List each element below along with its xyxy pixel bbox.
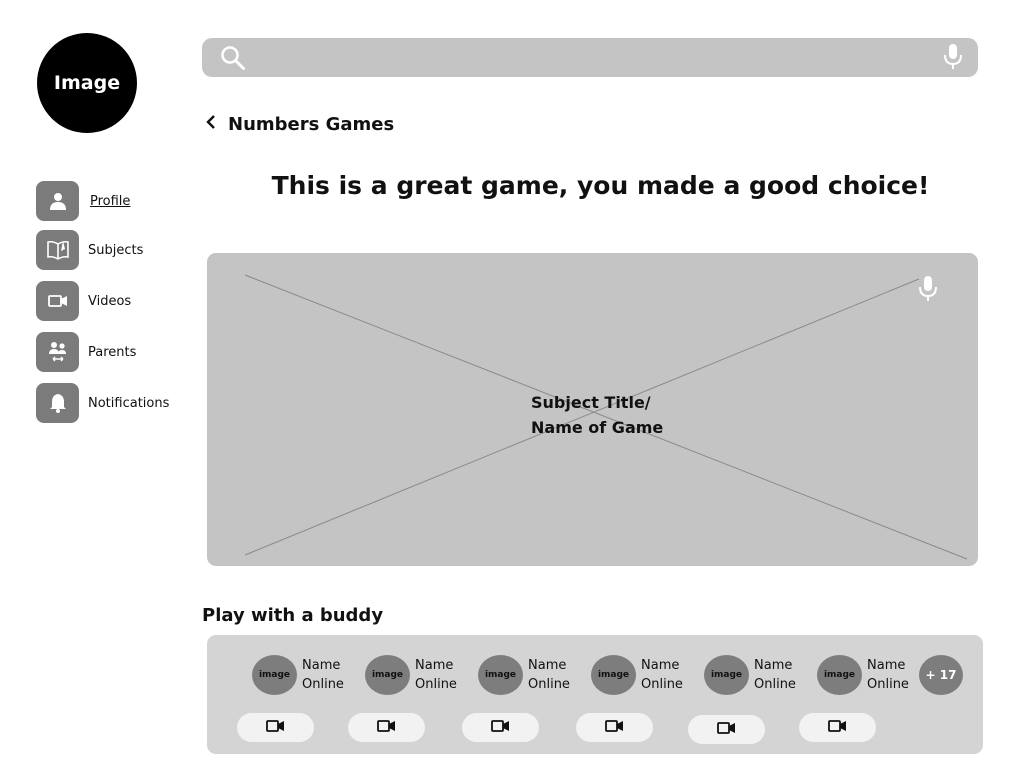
buddy-status: Online: [867, 677, 909, 692]
video-camera-icon: [604, 718, 625, 737]
buddy-item[interactable]: image Name Online: [478, 655, 570, 695]
buddy-avatar: image: [591, 655, 636, 695]
profile-avatar[interactable]: Image: [37, 33, 137, 133]
buddy-item[interactable]: image Name Online: [817, 655, 909, 695]
search-input[interactable]: [256, 38, 920, 79]
buddy-item[interactable]: image Name Online: [704, 655, 796, 695]
buddy-avatar: image: [365, 655, 410, 695]
buddy-avatar: image: [704, 655, 749, 695]
sidebar-item-label: Parents: [88, 344, 137, 360]
sidebar-item-label: Videos: [88, 293, 132, 309]
sidebar-item-videos[interactable]: Videos: [36, 281, 131, 321]
search-icon[interactable]: [220, 45, 246, 75]
video-call-button[interactable]: [799, 713, 876, 742]
search-bar: [202, 38, 978, 79]
buddy-avatar: image: [252, 655, 297, 695]
buddy-item[interactable]: image Name Online: [252, 655, 344, 695]
bell-icon: [36, 383, 79, 423]
video-call-button[interactable]: [348, 713, 425, 742]
chevron-left-icon: [204, 113, 218, 135]
buddy-name: Name: [528, 658, 567, 673]
profile-avatar-label: Image: [53, 72, 121, 94]
sidebar-item-subjects[interactable]: Subjects: [36, 230, 143, 270]
sidebar-item-label: Notifications: [88, 395, 170, 411]
section-title: Play with a buddy: [202, 605, 384, 626]
buddy-name: Name: [415, 658, 454, 673]
video-call-button[interactable]: [462, 713, 539, 742]
video-camera-icon: [716, 720, 737, 739]
book-icon: [36, 230, 79, 270]
buddy-status: Online: [302, 677, 344, 692]
page-title: Numbers Games: [228, 113, 395, 135]
video-camera-icon: [490, 718, 511, 737]
sidebar-item-label: Profile: [90, 193, 131, 209]
buddy-status: Online: [528, 677, 570, 692]
more-buddies-button[interactable]: + 17: [919, 655, 963, 695]
microphone-icon[interactable]: [918, 275, 938, 307]
sidebar-item-notifications[interactable]: Notifications: [36, 383, 169, 423]
video-camera-icon: [376, 718, 397, 737]
buddy-name: Name: [302, 658, 341, 673]
game-title: Subject Title/ Name of Game: [531, 393, 664, 437]
sidebar-item-parents[interactable]: Parents: [36, 332, 136, 372]
buddy-item[interactable]: image Name Online: [365, 655, 457, 695]
buddy-status: Online: [415, 677, 457, 692]
buddy-item[interactable]: image Name Online: [591, 655, 683, 695]
buddy-panel: image Name Online image Name Online image …: [207, 635, 983, 754]
buddy-name: Name: [754, 658, 793, 673]
person-icon: [36, 181, 79, 221]
headline: This is a great game, you made a good ch…: [271, 171, 930, 200]
back-button[interactable]: Numbers Games: [204, 113, 394, 135]
buddy-avatar: image: [817, 655, 862, 695]
video-camera-icon: [827, 718, 848, 737]
video-call-button[interactable]: [576, 713, 653, 742]
buddy-avatar: image: [478, 655, 523, 695]
video-camera-icon: [36, 281, 79, 321]
buddy-name: Name: [641, 658, 680, 673]
video-call-button[interactable]: [237, 713, 314, 742]
sidebar-item-label: Subjects: [88, 242, 144, 258]
microphone-icon[interactable]: [943, 43, 963, 75]
buddy-status: Online: [641, 677, 683, 692]
sidebar-item-profile[interactable]: Profile: [36, 181, 130, 221]
game-card[interactable]: Subject Title/ Name of Game: [207, 253, 978, 566]
buddy-status: Online: [754, 677, 796, 692]
video-call-button[interactable]: [688, 715, 765, 744]
parents-icon: [36, 332, 79, 372]
buddy-name: Name: [867, 658, 906, 673]
video-camera-icon: [265, 718, 286, 737]
